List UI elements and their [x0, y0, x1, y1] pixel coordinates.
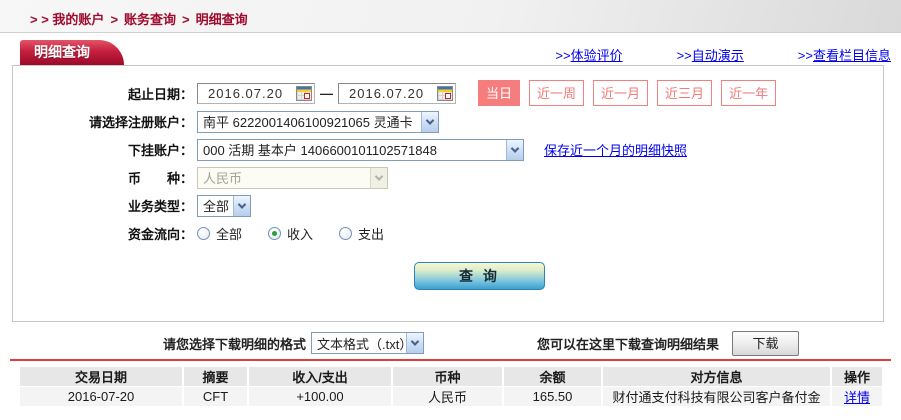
chevron-down-icon	[421, 111, 438, 132]
save-snapshot-link[interactable]: 保存近一个月的明细快照	[544, 140, 687, 159]
download-format-select[interactable]: 文本格式（.txt）	[311, 332, 425, 354]
page-header: > > 我的账户 > 账务查询 > 明细查询	[0, 0, 901, 33]
registered-account-select[interactable]: 南平 6222001406100921065 灵通卡	[197, 110, 439, 133]
registered-account-row: 请选择注册账户： 南平 6222001406100921065 灵通卡	[13, 109, 883, 134]
end-date-value: 2016.07.20	[349, 85, 425, 101]
fund-flow-option-expense: 支出	[339, 224, 384, 243]
chevron-down-icon	[506, 139, 523, 160]
calendar-icon[interactable]	[296, 85, 312, 101]
cell-amount: +100.00	[249, 387, 391, 406]
query-button[interactable]: 查 询	[414, 262, 545, 290]
header-balance: 余额	[504, 367, 601, 386]
download-result-hint: 您可以在这里下载查询明细结果	[537, 336, 720, 352]
top-links: >>体验评价 >>自动演示 >>查看栏目信息	[555, 45, 891, 64]
sub-account-row: 下挂账户： 000 活期 基本户 1406600101102571848 保存近…	[13, 137, 883, 162]
radio-expense[interactable]	[339, 227, 353, 240]
breadcrumb-separator: >	[110, 12, 119, 27]
end-date-input[interactable]: 2016.07.20	[338, 82, 456, 104]
red-divider	[10, 359, 891, 361]
currency-label: 币 种：	[127, 171, 193, 186]
download-format-label: 请您选择下载明细的格式	[163, 336, 307, 352]
tab-detail-query: 明细查询	[20, 40, 124, 65]
currency-row: 币 种： 人民币	[13, 165, 883, 190]
quick-range-year-button[interactable]: 近一年	[721, 80, 777, 106]
breadcrumb-item-detail-query[interactable]: 明细查询	[196, 12, 248, 27]
link-experience-rating[interactable]: >>体验评价	[555, 45, 622, 64]
quick-range-week-button[interactable]: 近一周	[529, 80, 585, 106]
download-format-value: 文本格式（.txt）	[317, 336, 413, 352]
chevron-down-icon	[406, 333, 424, 353]
chevron-down-icon	[233, 195, 250, 216]
breadcrumb-prefix: > >	[30, 12, 49, 27]
registered-account-value: 南平 6222001406100921065 灵通卡	[203, 115, 413, 130]
sub-account-value: 000 活期 基本户 1406600101102571848	[203, 143, 437, 158]
detail-link[interactable]: 详情	[844, 390, 870, 405]
download-button[interactable]: 下载	[732, 330, 800, 356]
table-header-row: 交易日期 摘要 收入/支出 币种 余额 对方信息 操作	[20, 367, 882, 386]
header-counterparty: 对方信息	[603, 367, 830, 386]
business-type-row: 业务类型： 全部	[13, 193, 883, 218]
table-row: 2016-07-20 CFT +100.00 人民币 165.50 财付通支付科…	[20, 387, 882, 406]
breadcrumb-item-account-query[interactable]: 账务查询	[124, 12, 176, 27]
fund-flow-row: 资金流向： 全部 收入 支出	[13, 221, 883, 246]
fund-flow-option-income: 收入	[268, 224, 313, 243]
registered-account-label: 请选择注册账户：	[88, 115, 193, 130]
business-type-value: 全部	[203, 199, 230, 214]
header-action: 操作	[832, 367, 882, 386]
query-form: 起止日期： 2016.07.20 — 2016.07.20 当日 近一周 近一月…	[12, 65, 884, 322]
fund-flow-option-all: 全部	[197, 224, 242, 243]
double-arrow-icon: >>	[797, 48, 813, 63]
sub-account-label: 下挂账户：	[127, 143, 193, 158]
double-arrow-icon: >>	[676, 48, 692, 63]
radio-income[interactable]	[268, 227, 282, 240]
chevron-down-icon	[370, 167, 387, 188]
radio-expense-label: 支出	[358, 227, 385, 242]
cell-counterparty: 财付通支付科技有限公司客户备付金	[603, 387, 830, 406]
currency-select: 人民币	[197, 166, 388, 189]
radio-all-label: 全部	[216, 227, 243, 242]
calendar-icon[interactable]	[437, 85, 453, 101]
cell-balance: 165.50	[504, 387, 601, 406]
quick-range-today-button[interactable]: 当日	[478, 80, 521, 106]
header-trade-date: 交易日期	[20, 367, 182, 386]
radio-all[interactable]	[197, 227, 210, 240]
link-view-column-info[interactable]: >>查看栏目信息	[798, 45, 891, 64]
breadcrumb-item-my-account[interactable]: 我的账户	[52, 12, 104, 27]
radio-income-label: 收入	[287, 227, 314, 242]
header-summary: 摘要	[184, 367, 247, 386]
start-date-value: 2016.07.20	[208, 85, 284, 101]
header-currency: 币种	[393, 367, 502, 386]
sub-account-select[interactable]: 000 活期 基本户 1406600101102571848	[197, 138, 524, 161]
start-date-input[interactable]: 2016.07.20	[197, 82, 315, 104]
date-range-row: 起止日期： 2016.07.20 — 2016.07.20 当日 近一周 近一月…	[13, 80, 883, 106]
business-type-select[interactable]: 全部	[197, 194, 251, 217]
result-table: 交易日期 摘要 收入/支出 币种 余额 对方信息 操作 2016-07-20 C…	[18, 366, 884, 407]
detail-query-page: > > 我的账户 > 账务查询 > 明细查询 明细查询 >>体验评价 >>自动演示 >>…	[0, 0, 901, 420]
cell-trade-date: 2016-07-20	[20, 387, 182, 406]
link-auto-demo[interactable]: >>自动演示	[677, 45, 744, 64]
date-range-label: 起止日期：	[127, 86, 193, 102]
download-row: 请您选择下载明细的格式 文本格式（.txt） 您可以在这里下载查询明细结果 下载	[0, 329, 901, 357]
cell-currency: 人民币	[393, 387, 502, 406]
quick-range-quarter-button[interactable]: 近三月	[657, 80, 713, 106]
cell-summary: CFT	[184, 387, 247, 406]
date-range-dash: —	[320, 85, 333, 101]
double-arrow-icon: >>	[555, 48, 571, 63]
header-income-expense: 收入/支出	[249, 367, 391, 386]
breadcrumb-separator: >	[182, 12, 190, 27]
breadcrumb: > > 我的账户 > 账务查询 > 明细查询	[30, 9, 248, 28]
quick-range-month-button[interactable]: 近一月	[593, 80, 649, 106]
currency-value: 人民币	[203, 171, 243, 186]
fund-flow-label: 资金流向：	[127, 227, 193, 242]
business-type-label: 业务类型：	[127, 199, 193, 214]
